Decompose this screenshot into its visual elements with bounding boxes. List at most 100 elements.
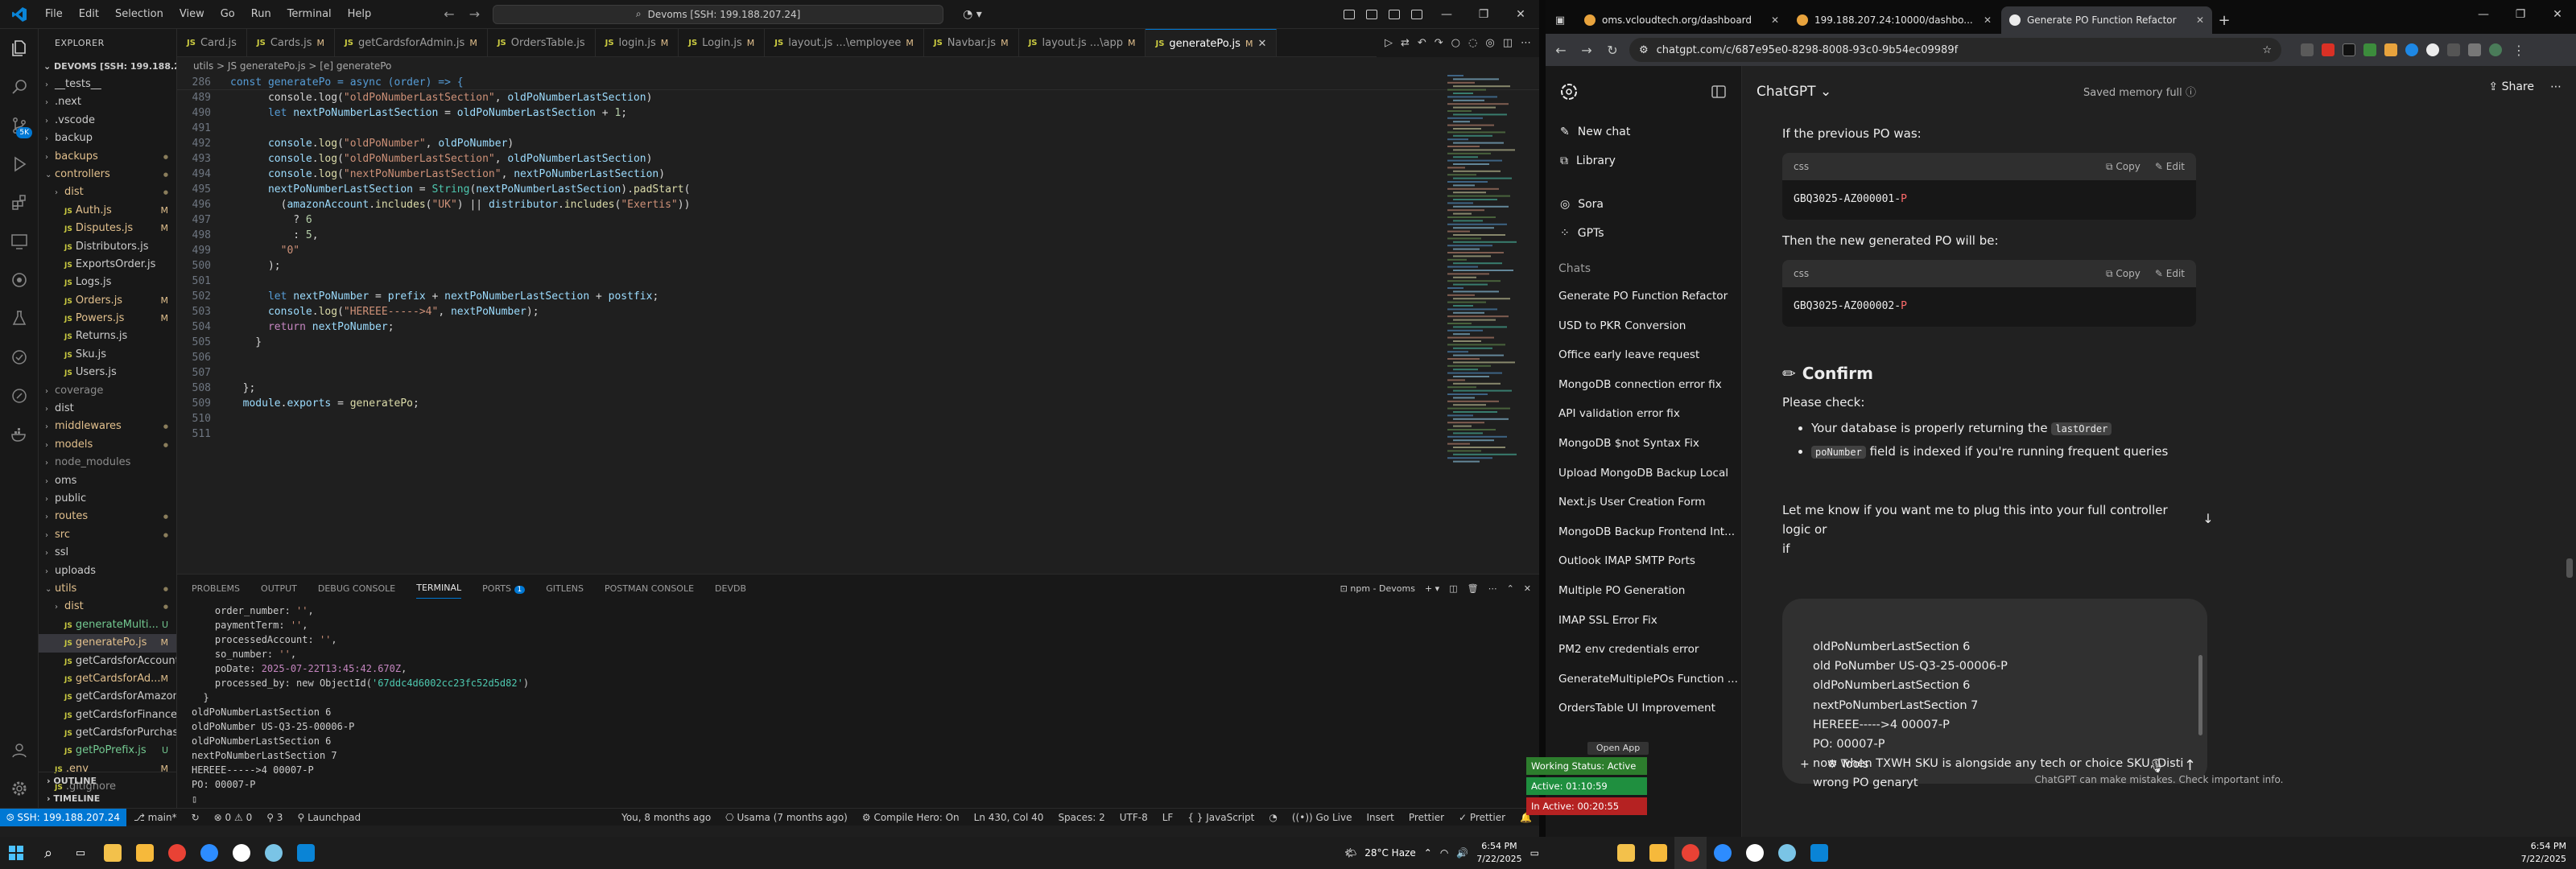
extension-icon[interactable] [2322,43,2334,56]
code-line[interactable]: 490 let nextPoNumberLastSection = oldPoN… [177,105,1539,121]
volume-icon[interactable]: 🔊 [1456,847,1468,859]
close-sidebar-icon[interactable] [1711,84,1727,100]
insert-mode[interactable]: Insert [1359,812,1401,823]
site-info-icon[interactable]: ⚙ [1639,44,1649,56]
tree-file[interactable]: JS Distributors.js [39,238,176,256]
panel-tab-output[interactable]: OUTPUT [261,583,297,594]
new-chat-item[interactable]: ✎ New chat [1546,117,1741,146]
editor-tab[interactable]: JS getCardsforAdmin.js M [335,29,488,56]
editor-tab[interactable]: JS Navbar.js M [924,29,1019,56]
tree-folder[interactable]: › backup [39,130,176,147]
terminal-instance[interactable]: ⊡ npm - Devoms [1340,583,1415,594]
chrome-icon[interactable] [1674,837,1707,869]
tree-folder[interactable]: › .next [39,93,176,111]
code-line[interactable]: 496 (amazonAccount.includes("UK") || dis… [177,197,1539,212]
compile-hero[interactable]: ⚙ Compile Hero: On [855,812,967,823]
composer-scrollbar[interactable] [2198,655,2202,735]
menu-view[interactable]: View [171,0,213,29]
panel-tab-gitlens[interactable]: GITLENS [546,583,584,594]
compare-icon[interactable]: ⇄ [1401,37,1410,49]
forward-icon[interactable]: ↷ [1435,37,1443,49]
memory-status[interactable]: Saved memory full ⓘ [2083,84,2196,99]
sora-item[interactable]: ◎ Sora [1546,190,1741,219]
code-line[interactable]: 492 console.log("oldPoNumber", oldPoNumb… [177,136,1539,151]
circle-icon[interactable]: ○ [1451,37,1460,49]
menu-help[interactable]: Help [340,0,380,29]
tree-file[interactable]: JS Auth.js M [39,202,176,220]
more-options-icon[interactable]: ⋯ [2550,80,2562,93]
code-editor[interactable]: 286 const generatePo = async (order) => {… [177,75,1539,574]
scroll-down-arrow-icon[interactable]: ↓ [2196,507,2220,531]
toggle-panel-icon[interactable] [1360,0,1383,29]
code-line[interactable]: 503 console.log("HEREEE----->4", nextPoN… [177,304,1539,319]
chat-history-item[interactable]: PM2 env credentials error [1546,635,1741,665]
tree-file[interactable]: JS Orders.js M [39,292,176,310]
tree-folder[interactable]: › models ● [39,436,176,454]
tree-file[interactable]: JS Returns.js [39,327,176,345]
library-item[interactable]: ⧉ Library [1546,146,1741,175]
browser-tab[interactable]: Generate PO Function Refactor ✕ [2001,6,2212,34]
split-terminal-icon[interactable]: ◫ [1449,583,1457,594]
tree-file[interactable]: JSgetCardsforAccount.js [39,653,176,670]
zoom-icon[interactable] [193,837,225,869]
extension-icon[interactable] [2384,43,2397,56]
editor-tab[interactable]: JS login.js M [596,29,679,56]
code-line[interactable]: 511 [177,426,1539,442]
share-button[interactable]: ⇪ Share [2488,80,2534,93]
send-arrow-icon[interactable]: ↑ [2184,757,2196,774]
tray-arrow-icon[interactable]: ⌃ [1424,847,1432,859]
close-button[interactable]: ✕ [2539,0,2576,29]
minimize-button[interactable]: — [2465,0,2502,29]
reload-icon[interactable]: ↻ [1604,43,1621,58]
extension-icon[interactable] [2405,43,2418,56]
microphone-icon[interactable]: 🎙 [2149,758,2165,773]
minimap[interactable] [1447,75,1528,477]
tree-folder[interactable]: › backups ● [39,148,176,166]
forward-arrow-icon[interactable]: → [1578,43,1596,58]
tree-folder[interactable]: › src ● [39,526,176,544]
extension-icon[interactable] [2426,43,2439,56]
tree-folder[interactable]: › .vscode [39,112,176,130]
manage-gear-icon[interactable] [0,769,39,808]
code-line[interactable]: 504 return nextPoNumber; [177,319,1539,335]
tree-file[interactable]: JSgetCardsforFinance.js [39,706,176,724]
code-line[interactable]: 500 ); [177,258,1539,274]
tree-file[interactable]: JS generateMulti... U [39,616,176,634]
split-editor-icon[interactable]: ◫ [1503,37,1513,49]
code-content[interactable]: GBQ3025-AZ000002-P [1782,287,2196,327]
copy-button[interactable]: ⧉ Copy [2106,268,2140,280]
chat-history-item[interactable]: MongoDB Backup Frontend Int... [1546,517,1741,547]
attach-plus-icon[interactable]: + [1800,758,1810,771]
tree-file[interactable]: JSgetCardsforPurchasi... [39,724,176,742]
edit-button[interactable]: ✎ Edit [2155,161,2185,173]
clock[interactable]: 6:54 PM 7/22/2025 [2521,837,2576,869]
panel-tab-problems[interactable]: PROBLEMS [192,583,240,594]
more-actions-icon[interactable]: ⋯ [1521,37,1531,49]
git-blame[interactable]: You, 8 months ago [614,812,718,823]
extension-icon[interactable] [2363,43,2376,56]
edit-button[interactable]: ✎ Edit [2155,268,2185,280]
panel-tab-devdb[interactable]: DEVDB [715,583,746,594]
remote-indicator[interactable]: ⧁ SSH: 199.188.207.24 [0,808,126,826]
back-arrow-icon[interactable]: ← [444,6,454,22]
panel-tab-ports[interactable]: PORTS 1 [482,583,526,594]
wifi-icon[interactable]: ◠ [1440,847,1448,859]
ports-indicator[interactable]: ⚲ 3 [259,812,290,823]
clock[interactable]: 6:54 PM 7/22/2025 [1476,840,1521,866]
tree-folder[interactable]: › routes ● [39,508,176,525]
code-line[interactable]: 502 let nextPoNumber = prefix + nextPoNu… [177,289,1539,304]
encoding[interactable]: UTF-8 [1113,812,1155,823]
back-icon[interactable]: ↶ [1418,37,1426,49]
code-line[interactable]: 507 [177,365,1539,381]
close-tab-icon[interactable]: ✕ [1984,14,1992,26]
tree-file[interactable]: JS Disputes.js M [39,220,176,237]
tree-file[interactable]: JS getCardsforAd... M [39,670,176,688]
close-tab-icon[interactable]: ✕ [1771,14,1779,26]
code-line[interactable]: 501 [177,274,1539,289]
task-view-icon[interactable]: ▭ [64,837,97,869]
code-line[interactable]: 498 : 5, [177,228,1539,243]
extensions-puzzle-icon[interactable] [2447,43,2460,56]
chat-history-item[interactable]: OrdersTable UI Improvement [1546,694,1741,723]
editor-tab[interactable]: JS OrdersTable.js [488,29,596,56]
end-of-line[interactable]: LF [1155,812,1181,823]
